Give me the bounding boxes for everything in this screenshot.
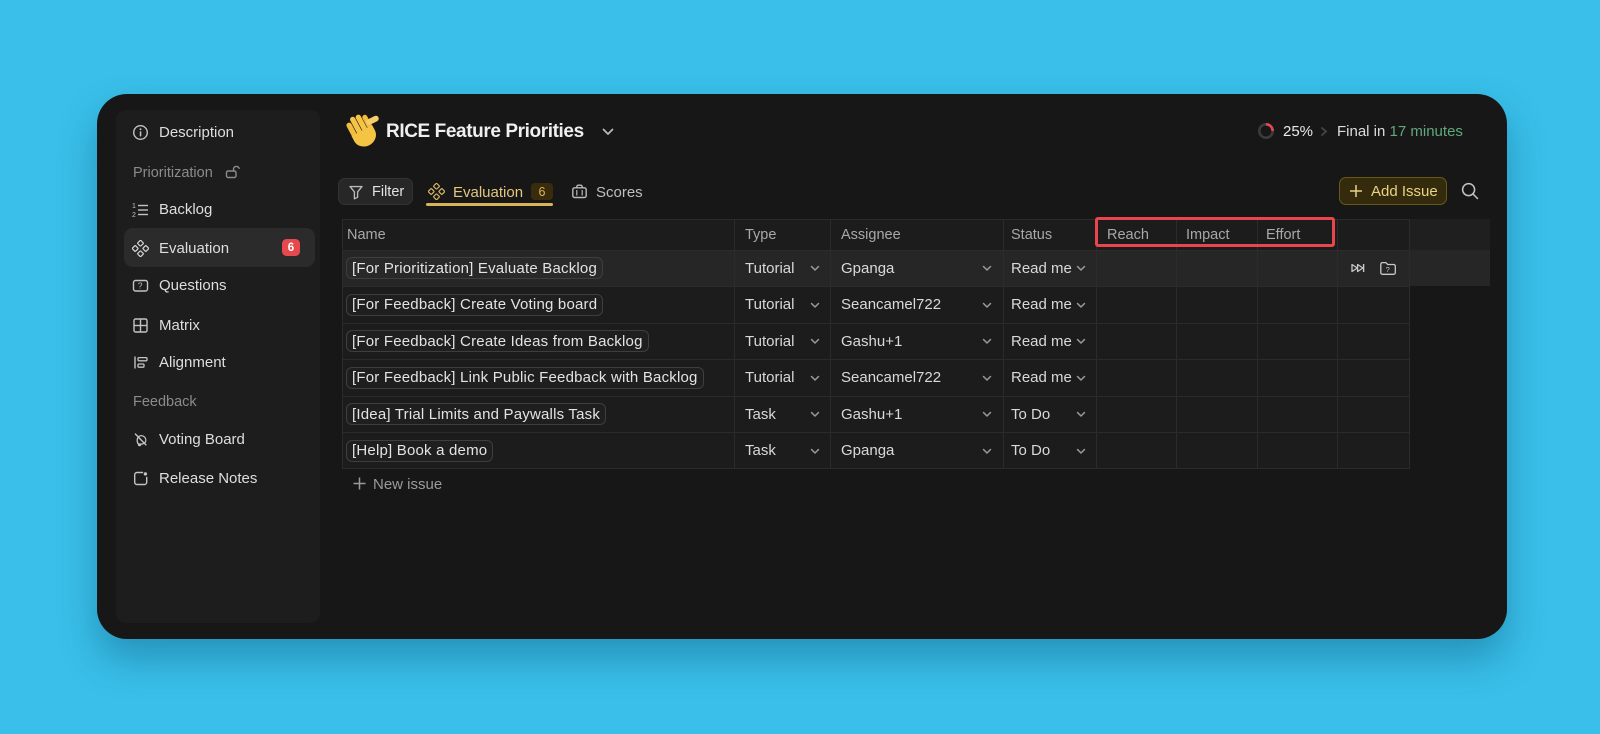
svg-text:?: ? [138, 280, 143, 290]
svg-text:1: 1 [132, 203, 136, 210]
svg-text:?: ? [1386, 265, 1390, 274]
svg-text:2: 2 [132, 212, 136, 218]
